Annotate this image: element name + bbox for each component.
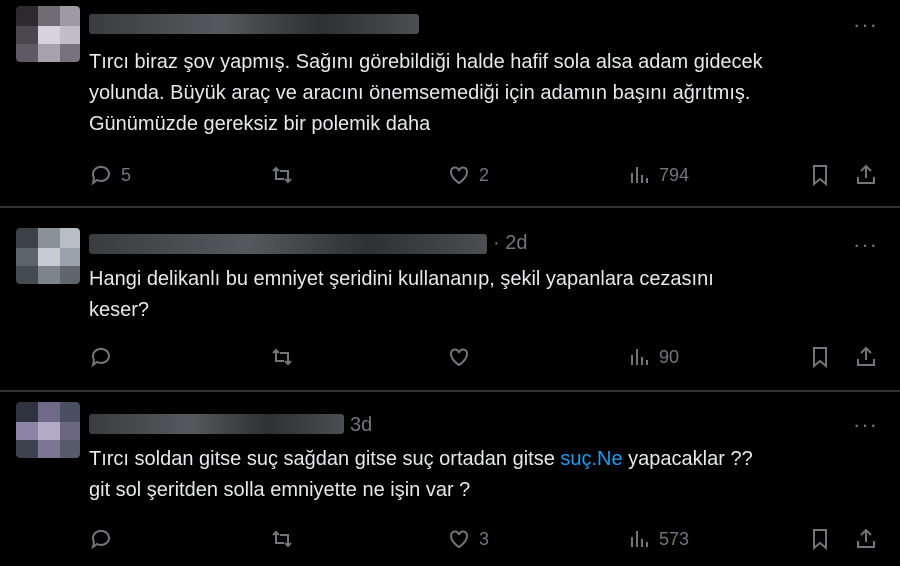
bookmark-icon <box>813 529 827 551</box>
repost-button[interactable] <box>270 342 294 372</box>
share-button[interactable] <box>854 160 878 190</box>
like-button[interactable]: 2 <box>447 160 489 190</box>
more-options-icon[interactable]: ··· <box>853 412 878 438</box>
reply-button[interactable] <box>89 524 113 554</box>
reply-button[interactable]: 5 <box>89 160 131 190</box>
more-options-icon[interactable]: ··· <box>853 12 878 38</box>
tweet-text-line: git sol şeritden solla emniyette ne işin… <box>89 479 471 501</box>
views-button[interactable]: 573 <box>627 524 689 554</box>
bookmark-icon <box>813 347 827 369</box>
action-bar: 90 <box>0 342 900 372</box>
bookmark-button[interactable] <box>808 524 832 554</box>
tweet-text-line: Tırcı soldan gitse suç sağdan gitse suç … <box>89 444 753 475</box>
bookmark-button[interactable] <box>808 342 832 372</box>
username-redacted[interactable] <box>89 414 344 434</box>
avatar[interactable] <box>16 228 80 284</box>
share-icon <box>857 346 875 366</box>
tweet-1[interactable]: ··· Tırcı biraz şov yapmış. Sağını göreb… <box>0 0 900 206</box>
tweet-text: Hangi delikanlı bu emniyet şeridini kull… <box>89 264 714 326</box>
reply-count: 5 <box>121 164 132 185</box>
timestamp[interactable]: · 2d <box>493 232 527 255</box>
share-button[interactable] <box>854 342 878 372</box>
bookmark-button[interactable] <box>808 160 832 190</box>
like-button[interactable] <box>447 342 471 372</box>
action-bar: 3 573 <box>0 524 900 554</box>
repost-button[interactable] <box>270 524 294 554</box>
reply-icon <box>91 529 110 550</box>
more-options-icon[interactable]: ··· <box>853 232 878 258</box>
reply-icon <box>91 165 110 186</box>
username-redacted[interactable] <box>89 234 487 254</box>
action-bar: 5 2 794 <box>0 160 900 190</box>
like-icon <box>450 530 468 549</box>
username-redacted[interactable] <box>89 14 419 34</box>
bookmark-icon <box>813 165 827 187</box>
reply-icon <box>91 347 110 368</box>
tweet-text-segment: Tırcı soldan gitse suç sağdan gitse suç … <box>89 448 561 470</box>
tweet-text-segment: yapacaklar ?? <box>622 448 753 470</box>
avatar[interactable] <box>16 402 80 458</box>
share-icon <box>857 164 875 184</box>
views-count: 573 <box>659 528 690 549</box>
like-icon <box>450 348 468 367</box>
repost-button[interactable] <box>270 160 294 190</box>
views-count: 90 <box>659 346 680 367</box>
repost-icon <box>272 530 292 548</box>
timestamp[interactable]: 3d <box>350 414 372 437</box>
share-button[interactable] <box>854 524 878 554</box>
views-button[interactable]: 90 <box>627 342 679 372</box>
tweet-text-line: keser? <box>89 299 150 321</box>
tweet-text-line: Günümüzde gereksiz bir polemik daha <box>89 113 431 135</box>
views-button[interactable]: 794 <box>627 160 689 190</box>
repost-icon <box>272 348 292 366</box>
tweet-text: Tırcı soldan gitse suç sağdan gitse suç … <box>89 444 753 506</box>
hashtag-link[interactable]: suç.Ne <box>560 448 622 470</box>
like-icon <box>450 166 468 185</box>
like-count: 3 <box>479 528 490 549</box>
views-count: 794 <box>659 164 690 185</box>
like-button[interactable]: 3 <box>447 524 489 554</box>
tweet-text-line: yolunda. Büyük araç ve aracını önemsemed… <box>89 82 751 104</box>
avatar[interactable] <box>16 6 80 62</box>
like-count: 2 <box>479 164 490 185</box>
views-icon <box>631 167 648 183</box>
views-icon <box>631 531 648 547</box>
views-icon <box>631 349 648 365</box>
tweet-text-line: Tırcı biraz şov yapmış. Sağını görebildi… <box>89 51 763 73</box>
share-icon <box>857 528 875 548</box>
tweet-text-line: Hangi delikanlı bu emniyet şeridini kull… <box>89 268 714 290</box>
tweet-3[interactable]: 3d ··· Tırcı soldan gitse suç sağdan git… <box>0 392 900 566</box>
reply-button[interactable] <box>89 342 113 372</box>
repost-icon <box>272 166 292 184</box>
tweet-text: Tırcı biraz şov yapmış. Sağını görebildi… <box>89 47 763 140</box>
tweet-2[interactable]: · 2d ··· Hangi delikanlı bu emniyet şeri… <box>0 208 900 390</box>
